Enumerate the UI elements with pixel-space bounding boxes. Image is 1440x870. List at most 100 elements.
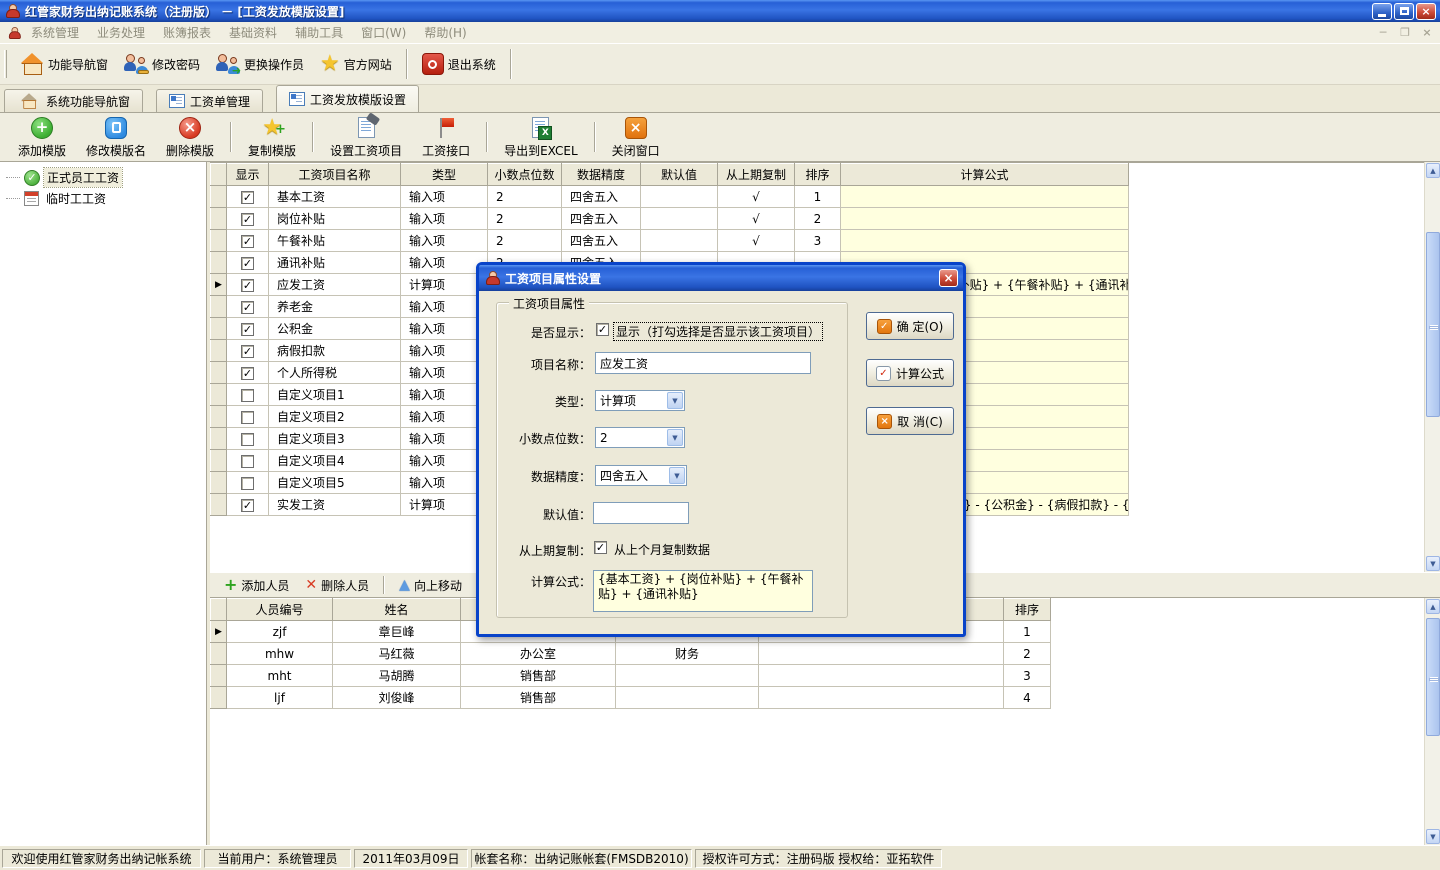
copy-prev-checkbox-label[interactable]: 从上个月复制数据 bbox=[614, 541, 710, 558]
order-cell[interactable]: 3 bbox=[1004, 665, 1051, 687]
tab-系统功能导航窗[interactable]: 系统功能导航窗 bbox=[4, 89, 143, 112]
decimals-cell[interactable]: 2 bbox=[488, 230, 562, 252]
show-checkbox[interactable]: ✓ bbox=[241, 257, 254, 270]
staff-extra-cell[interactable] bbox=[759, 665, 1004, 687]
minimize-button[interactable] bbox=[1372, 3, 1392, 20]
type-cell[interactable]: 输入项 bbox=[401, 318, 488, 340]
row-selector[interactable] bbox=[211, 296, 227, 318]
menu-item[interactable]: 系统管理 bbox=[22, 24, 88, 41]
staff-extra-cell[interactable] bbox=[759, 643, 1004, 665]
item-name-cell[interactable]: 自定义项目3 bbox=[269, 428, 401, 450]
row-selector[interactable] bbox=[211, 362, 227, 384]
display-checkbox[interactable]: ✓ bbox=[596, 323, 609, 336]
delete-circle-button[interactable]: ×删除模版 bbox=[156, 114, 224, 161]
mdi-minimize-icon[interactable]: ─ bbox=[1376, 26, 1390, 39]
show-checkbox[interactable]: ✓ bbox=[241, 323, 254, 336]
type-cell[interactable]: 计算项 bbox=[401, 494, 488, 516]
column-header[interactable]: 显示 bbox=[227, 164, 269, 186]
type-cell[interactable]: 输入项 bbox=[401, 384, 488, 406]
staff-code-cell[interactable]: mhw bbox=[227, 643, 333, 665]
power-button[interactable]: 退出系统 bbox=[414, 50, 504, 78]
cancel-button[interactable]: × 取 消(C) bbox=[866, 407, 954, 435]
column-header[interactable]: 姓名 bbox=[333, 599, 461, 621]
staff-name-cell[interactable]: 马红薇 bbox=[333, 643, 461, 665]
type-cell[interactable]: 输入项 bbox=[401, 252, 488, 274]
show-checkbox[interactable]: ✓ bbox=[241, 213, 254, 226]
close-button[interactable]: × bbox=[1416, 3, 1436, 20]
type-cell[interactable]: 输入项 bbox=[401, 472, 488, 494]
column-header[interactable]: 工资项目名称 bbox=[269, 164, 401, 186]
table-row[interactable]: ✓ 岗位补贴 输入项 2 四舍五入 √ 2 bbox=[211, 208, 1129, 230]
item-name-cell[interactable]: 通讯补贴 bbox=[269, 252, 401, 274]
scroll-thumb[interactable] bbox=[1426, 618, 1440, 736]
column-header[interactable]: 默认值 bbox=[641, 164, 718, 186]
tree-item[interactable]: 临时工工资 bbox=[6, 188, 206, 209]
order-cell[interactable]: 1 bbox=[795, 186, 841, 208]
delete-person-button[interactable]: ✕删除人员 bbox=[297, 575, 377, 596]
row-selector[interactable]: ▶ bbox=[211, 274, 227, 296]
show-checkbox[interactable] bbox=[241, 477, 254, 490]
show-checkbox[interactable]: ✓ bbox=[241, 367, 254, 380]
row-selector[interactable] bbox=[211, 230, 227, 252]
column-header[interactable]: 小数点位数 bbox=[488, 164, 562, 186]
copy-prev-checkbox[interactable]: ✓ bbox=[594, 541, 607, 554]
row-selector[interactable]: ▶ bbox=[211, 621, 227, 643]
tab-工资单管理[interactable]: 工资单管理 bbox=[156, 89, 263, 112]
item-name-cell[interactable]: 自定义项目4 bbox=[269, 450, 401, 472]
chevron-down-icon[interactable]: ▼ bbox=[667, 392, 683, 409]
row-selector[interactable] bbox=[211, 643, 227, 665]
salary-grid-scrollbar[interactable]: ▲ ▼ bbox=[1424, 162, 1440, 572]
formula-textarea[interactable]: {基本工资} + {岗位补贴} + {午餐补贴} + {通讯补贴} bbox=[593, 570, 813, 612]
staff-dept-cell[interactable]: 销售部 bbox=[461, 687, 616, 709]
type-cell[interactable]: 输入项 bbox=[401, 362, 488, 384]
item-name-cell[interactable]: 养老金 bbox=[269, 296, 401, 318]
setup-items-button[interactable]: 设置工资项目 bbox=[320, 114, 412, 161]
default-cell[interactable] bbox=[641, 208, 718, 230]
row-selector[interactable] bbox=[211, 252, 227, 274]
row-selector[interactable] bbox=[211, 318, 227, 340]
scroll-down-icon[interactable]: ▼ bbox=[1426, 556, 1440, 571]
show-checkbox[interactable]: ✓ bbox=[241, 279, 254, 292]
menu-item[interactable]: 账簿报表 bbox=[154, 24, 220, 41]
item-name-cell[interactable]: 病假扣款 bbox=[269, 340, 401, 362]
staff-name-cell[interactable]: 马胡腾 bbox=[333, 665, 461, 687]
chevron-down-icon[interactable]: ▼ bbox=[667, 429, 683, 446]
show-checkbox[interactable] bbox=[241, 411, 254, 424]
order-cell[interactable]: 4 bbox=[1004, 687, 1051, 709]
type-cell[interactable]: 输入项 bbox=[401, 208, 488, 230]
show-checkbox[interactable]: ✓ bbox=[241, 345, 254, 358]
item-name-cell[interactable]: 午餐补贴 bbox=[269, 230, 401, 252]
item-name-input[interactable]: 应发工资 bbox=[595, 352, 811, 374]
type-cell[interactable]: 输入项 bbox=[401, 428, 488, 450]
menu-item[interactable]: 帮助(H) bbox=[415, 24, 475, 41]
row-selector[interactable] bbox=[211, 340, 227, 362]
type-dropdown[interactable]: 计算项 ▼ bbox=[595, 390, 685, 411]
table-row[interactable]: mht 马胡腾 销售部 3 bbox=[211, 665, 1051, 687]
column-header[interactable]: 排序 bbox=[795, 164, 841, 186]
staff-dept-cell[interactable]: 销售部 bbox=[461, 665, 616, 687]
staff-code-cell[interactable]: mht bbox=[227, 665, 333, 687]
item-name-cell[interactable]: 应发工资 bbox=[269, 274, 401, 296]
staff-code-cell[interactable]: ljf bbox=[227, 687, 333, 709]
show-checkbox[interactable] bbox=[241, 389, 254, 402]
staff-grid-scrollbar[interactable]: ▲ ▼ bbox=[1424, 598, 1440, 845]
change-password-button[interactable]: 修改密码 bbox=[116, 50, 208, 78]
order-cell[interactable]: 3 bbox=[795, 230, 841, 252]
menu-item[interactable]: 窗口(W) bbox=[352, 24, 415, 41]
table-row[interactable]: mhw 马红薇 办公室 财务 2 bbox=[211, 643, 1051, 665]
ok-button[interactable]: ✓ 确 定(O) bbox=[866, 312, 954, 340]
item-name-cell[interactable]: 基本工资 bbox=[269, 186, 401, 208]
staff-name-cell[interactable]: 刘俊峰 bbox=[333, 687, 461, 709]
default-cell[interactable] bbox=[641, 186, 718, 208]
close-window-button[interactable]: ×关闭窗口 bbox=[602, 114, 670, 161]
staff-role-cell[interactable] bbox=[616, 665, 759, 687]
menu-item[interactable]: 基础资料 bbox=[220, 24, 286, 41]
precision-cell[interactable]: 四舍五入 bbox=[562, 208, 641, 230]
type-cell[interactable]: 输入项 bbox=[401, 450, 488, 472]
scroll-up-icon[interactable]: ▲ bbox=[1426, 599, 1440, 614]
mdi-close-icon[interactable]: × bbox=[1420, 26, 1434, 39]
toolbar-drag-handle[interactable] bbox=[4, 50, 7, 78]
table-row[interactable]: ✓ 基本工资 输入项 2 四舍五入 √ 1 bbox=[211, 186, 1129, 208]
default-value-input[interactable] bbox=[593, 502, 689, 524]
scroll-up-icon[interactable]: ▲ bbox=[1426, 163, 1440, 178]
